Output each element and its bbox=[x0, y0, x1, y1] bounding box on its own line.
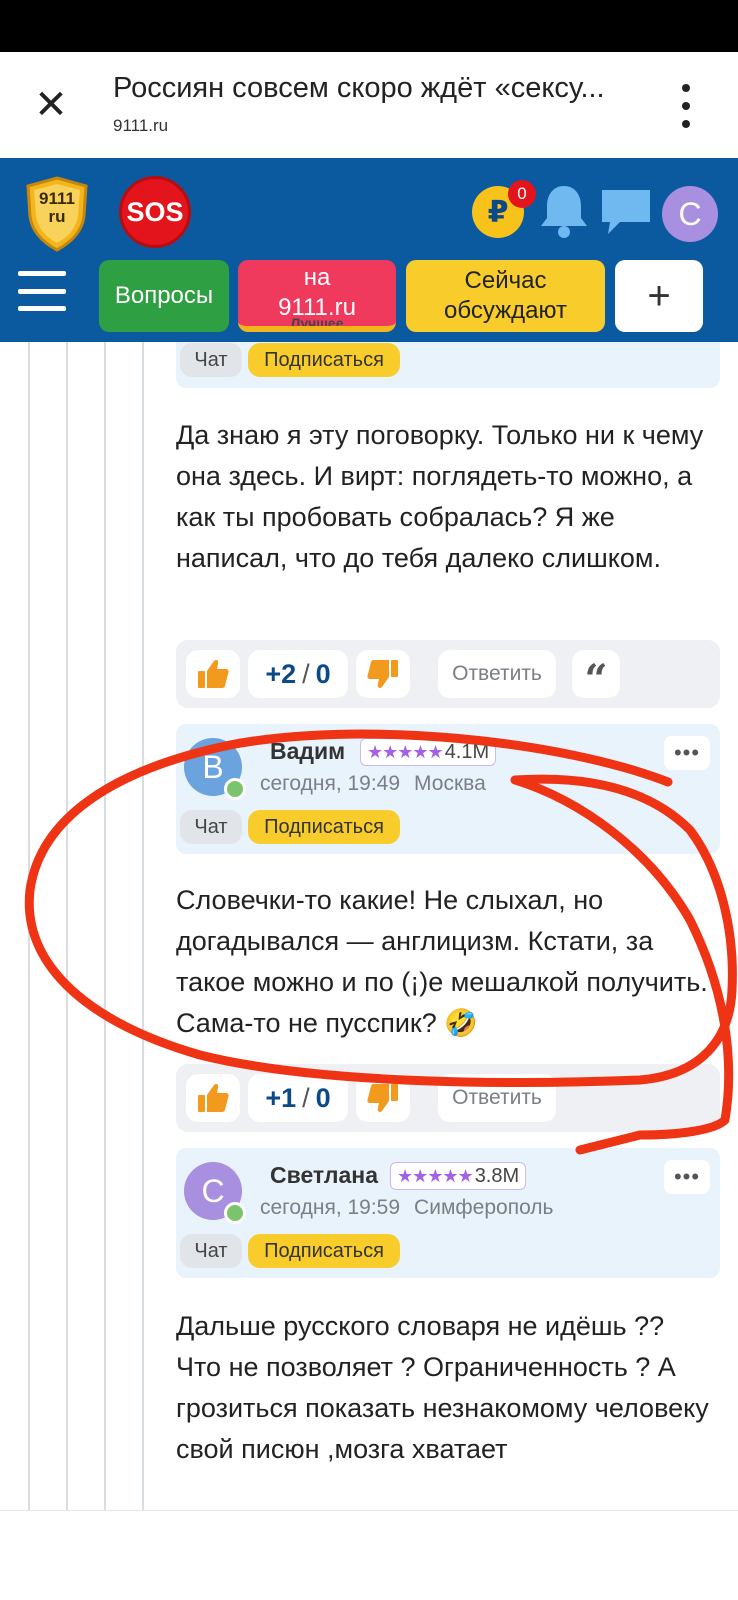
user-avatar[interactable]: С bbox=[662, 186, 718, 242]
dislike-button[interactable] bbox=[356, 650, 410, 698]
thumbs-down-icon bbox=[367, 1084, 398, 1112]
more-horiz-icon[interactable]: ••• bbox=[664, 736, 710, 770]
site-header: 9111 ru SOS ₽ 0 С Вопросы на 9111.ru Луч… bbox=[0, 158, 738, 342]
subscribe-chip[interactable]: Подписаться bbox=[248, 810, 400, 844]
rating-stars-icon: ★★★★★ bbox=[397, 1165, 474, 1187]
thumbs-up-icon bbox=[198, 660, 229, 688]
user-name[interactable]: Светлана bbox=[270, 1162, 378, 1189]
thread-line bbox=[104, 342, 106, 1510]
bottom-bar bbox=[0, 1510, 738, 1600]
status-bar bbox=[0, 0, 738, 52]
rating-value: 3.8M bbox=[474, 1164, 520, 1187]
subscribe-chip[interactable]: Подписаться bbox=[248, 343, 400, 377]
chat-chip[interactable]: Чат bbox=[180, 810, 242, 844]
comment-time: сегодня, 19:49 bbox=[260, 772, 401, 795]
comment-meta: сегодня, 19:59 Симферополь bbox=[260, 1196, 553, 1220]
comment-text: Дальше русского словаря не идёшь ?? Что … bbox=[176, 1311, 709, 1464]
online-indicator bbox=[224, 778, 246, 800]
vote-score: +2/0 bbox=[248, 650, 348, 698]
logo-text: 9111 ru bbox=[39, 189, 75, 226]
thumbs-down-icon bbox=[367, 660, 398, 688]
add-button[interactable]: + bbox=[615, 260, 703, 332]
more-vert-icon[interactable] bbox=[668, 84, 704, 128]
user-city: Москва bbox=[414, 772, 486, 795]
user-rating: ★★★★★ 4.1M bbox=[360, 738, 497, 766]
dislike-button[interactable] bbox=[356, 1074, 410, 1122]
thread-line bbox=[142, 342, 144, 1510]
online-indicator bbox=[224, 1202, 246, 1224]
votes-sep: / bbox=[302, 1082, 310, 1113]
discussing-now-button[interactable]: Сейчас обсуждают bbox=[406, 260, 605, 332]
votes-sep: / bbox=[302, 658, 310, 689]
votes-down: 0 bbox=[315, 1082, 331, 1113]
thread-line bbox=[66, 342, 68, 1510]
reply-button[interactable]: Ответить bbox=[438, 650, 556, 698]
sos-button[interactable]: SOS bbox=[119, 176, 191, 248]
votes-down: 0 bbox=[315, 658, 331, 689]
rating-stars-icon: ★★★★★ bbox=[367, 741, 444, 763]
chat-chip[interactable]: Чат bbox=[180, 343, 242, 377]
more-horiz-icon[interactable]: ••• bbox=[664, 1160, 710, 1194]
site-button-label: на 9111.ru bbox=[278, 264, 356, 321]
rating-value: 4.1M bbox=[444, 740, 490, 763]
user-rating: ★★★★★ 3.8M bbox=[390, 1162, 527, 1190]
thread-line bbox=[28, 342, 30, 1510]
comment-actions: +1/0 Ответить bbox=[176, 1064, 720, 1132]
page-title: Россиян совсем скоро ждёт «сексу... bbox=[113, 72, 605, 104]
user-card: Чат Подписаться bbox=[176, 342, 720, 388]
quote-icon[interactable]: “ bbox=[572, 650, 620, 703]
browser-toolbar: ✕ Россиян совсем скоро ждёт «сексу... 91… bbox=[0, 52, 738, 158]
site-button-strip: Лучшее bbox=[290, 315, 344, 331]
bell-icon[interactable] bbox=[538, 182, 590, 240]
vote-score: +1/0 bbox=[248, 1074, 348, 1122]
chat-icon[interactable] bbox=[598, 186, 654, 238]
user-city: Симферополь bbox=[414, 1196, 554, 1219]
user-name[interactable]: Вадим bbox=[270, 738, 345, 765]
comment-meta: сегодня, 19:49 Москва bbox=[260, 772, 486, 796]
user-card: В Вадим ★★★★★ 4.1M сегодня, 19:49 Москва … bbox=[176, 724, 720, 854]
comment-text: Да знаю я эту поговорку. Только ни к чем… bbox=[176, 420, 704, 573]
menu-icon[interactable] bbox=[18, 271, 66, 311]
comment-actions: +2/0 Ответить “ bbox=[176, 640, 720, 708]
thumbs-up-icon bbox=[198, 1084, 229, 1112]
questions-button[interactable]: Вопросы bbox=[99, 260, 229, 332]
like-button[interactable] bbox=[186, 1074, 240, 1122]
wallet-badge: 0 bbox=[508, 180, 536, 208]
like-button[interactable] bbox=[186, 650, 240, 698]
votes-up: +2 bbox=[265, 658, 297, 689]
comment-text: Словечки-то какие! Не слыхал, но догадыв… bbox=[176, 885, 708, 1038]
chat-chip[interactable]: Чат bbox=[180, 1234, 242, 1268]
votes-up: +1 bbox=[265, 1082, 297, 1113]
site-button[interactable]: на 9111.ru Лучшее bbox=[238, 260, 396, 332]
comment-time: сегодня, 19:59 bbox=[260, 1196, 401, 1219]
close-icon[interactable]: ✕ bbox=[28, 82, 74, 128]
reply-button[interactable]: Ответить bbox=[438, 1074, 556, 1122]
page-url: 9111.ru bbox=[113, 116, 169, 135]
comments-thread: Чат Подписаться Да знаю я эту поговорку.… bbox=[0, 342, 738, 1510]
subscribe-chip[interactable]: Подписаться bbox=[248, 1234, 400, 1268]
user-card: С Светлана ★★★★★ 3.8M сегодня, 19:59 Симф… bbox=[176, 1148, 720, 1278]
